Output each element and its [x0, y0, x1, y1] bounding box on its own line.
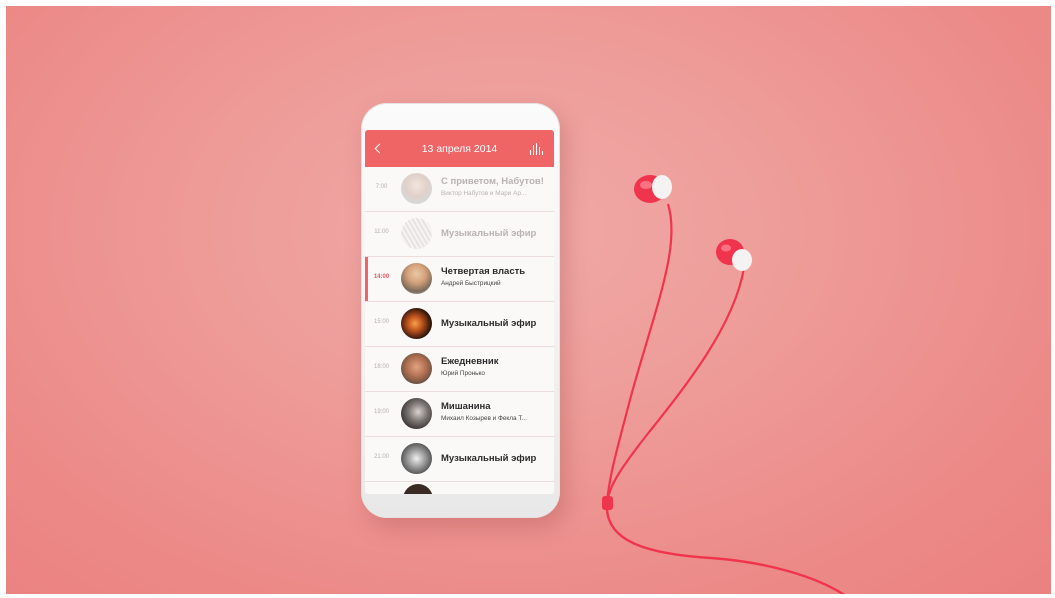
- earbud-right: [716, 239, 752, 271]
- list-item[interactable]: 14:00 Четвертая власть Андрей Быстрицкий: [365, 257, 554, 302]
- avatar: [401, 263, 432, 294]
- list-item[interactable]: 21:00 Музыкальный эфир: [365, 437, 554, 482]
- item-title: Музыкальный эфир: [441, 318, 537, 329]
- earphone-cable-main: [605, 502, 846, 594]
- cable-slider: [602, 496, 613, 510]
- smartphone: 13 апреля 2014 7:00 С приветом, Набутов!…: [361, 103, 560, 518]
- earphone-cable-right: [605, 267, 746, 504]
- schedule-list: 7:00 С приветом, Набутов! Виктор Набутов…: [365, 167, 554, 482]
- avatar: [401, 443, 432, 474]
- avatar: [401, 308, 432, 339]
- list-item[interactable]: 15:00 Музыкальный эфир: [365, 302, 554, 347]
- phone-screen: 13 апреля 2014 7:00 С приветом, Набутов!…: [365, 130, 554, 494]
- item-subtitle: Виктор Набутов и Мари Ар...: [441, 190, 527, 197]
- avatar: [403, 484, 433, 494]
- avatar: [401, 173, 432, 204]
- item-time: 19:00: [373, 409, 389, 415]
- equalizer-icon[interactable]: [530, 143, 544, 155]
- avatar: [401, 398, 432, 429]
- list-item[interactable]: 11:00 Музыкальный эфир: [365, 212, 554, 257]
- app-header: 13 апреля 2014: [365, 130, 554, 167]
- item-title: Музыкальный эфир: [441, 228, 537, 239]
- item-subtitle: Юрий Пронько: [441, 370, 485, 377]
- list-item[interactable]: 19:00 Мишанина Михаил Козырев и Фекла Т.…: [365, 392, 554, 437]
- item-subtitle: Андрей Быстрицкий: [441, 280, 501, 287]
- item-time: 11:00: [374, 229, 389, 235]
- list-item[interactable]: 7:00 С приветом, Набутов! Виктор Набутов…: [365, 167, 554, 212]
- avatar: [401, 218, 432, 249]
- item-time: 18:00: [373, 364, 389, 370]
- pink-background: 13 апреля 2014 7:00 С приветом, Набутов!…: [6, 6, 1051, 594]
- header-title: 13 апреля 2014: [421, 142, 498, 155]
- item-title: С приветом, Набутов!: [441, 176, 544, 187]
- item-title: Мишанина: [441, 401, 491, 412]
- list-item[interactable]: 18:00 Ежедневник Юрий Пронько: [365, 347, 554, 392]
- chevron-left-icon[interactable]: [374, 143, 385, 154]
- item-title: Четвертая власть: [441, 266, 526, 277]
- item-time: 15:00: [373, 319, 389, 325]
- item-subtitle: Михаил Козырев и Фекла Т...: [441, 415, 527, 422]
- item-title: Ежедневник: [441, 356, 499, 367]
- item-title: Музыкальный эфир: [441, 453, 537, 464]
- item-time: 7:00: [375, 184, 388, 190]
- avatar: [401, 353, 432, 384]
- earbud-left: [634, 175, 672, 203]
- item-time: 14:00: [373, 274, 390, 280]
- earphone-cable-left: [605, 203, 673, 504]
- item-time: 21:00: [373, 454, 389, 460]
